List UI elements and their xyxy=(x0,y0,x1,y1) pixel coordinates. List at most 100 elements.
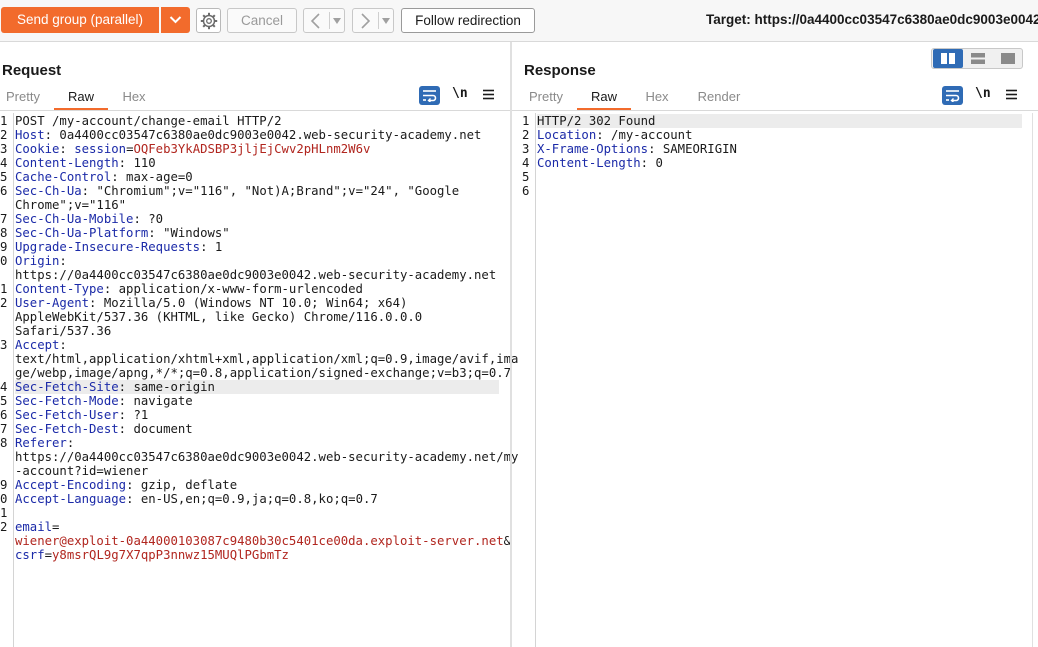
response-editor[interactable]: 1 HTTP/2 302 Found 2 Location: /my-account 3… xyxy=(522,113,1038,647)
settings-button[interactable] xyxy=(196,8,221,33)
line-number: 1 xyxy=(0,114,8,128)
tab-hex[interactable]: Hex xyxy=(113,86,155,110)
header-name: Origin xyxy=(15,254,60,268)
code-text: : navigate xyxy=(118,394,193,408)
layout-toggle xyxy=(931,48,1023,69)
code-text: : xyxy=(59,142,75,156)
menu-icon[interactable] xyxy=(1005,89,1018,100)
param-value: OQFeb3YkADSBP3jljEjCwv2pHLnm2W6v xyxy=(133,142,371,156)
divider xyxy=(378,12,379,29)
tab-pretty[interactable]: Pretty xyxy=(523,86,569,110)
divider xyxy=(329,12,330,29)
line-number: 0 xyxy=(0,254,8,268)
tab-raw[interactable]: Raw xyxy=(54,86,108,110)
wrap-lines-icon xyxy=(946,90,960,102)
param-name: csrf xyxy=(15,548,45,562)
code-line: Cookie: session=OQFeb3YkADSBP3jljEjCwv2p… xyxy=(15,142,370,156)
chevron-down-icon xyxy=(333,18,341,24)
code-text: : 1 xyxy=(200,240,223,254)
code-line: csrf=y8msrQL9g7X7qpP3nnwz15MUQlPGbmTz xyxy=(15,548,289,562)
show-newlines-button[interactable]: \n xyxy=(452,86,468,101)
back-history-button[interactable] xyxy=(303,8,345,33)
wrap-lines-button[interactable] xyxy=(419,86,440,105)
code-line: Host: 0a4400cc03547c6380ae0dc9003e0042.w… xyxy=(15,128,481,142)
menu-icon[interactable] xyxy=(482,89,495,100)
line-number: 8 xyxy=(0,436,8,450)
code-line: HTTP/2 302 Found xyxy=(537,114,655,128)
code-text: : xyxy=(59,254,67,268)
chevron-down-icon xyxy=(382,18,390,24)
header-name: Sec-Fetch-Mode xyxy=(15,394,119,408)
divider xyxy=(0,110,510,111)
tab-render[interactable]: Render xyxy=(690,86,748,110)
code-line: Sec-Fetch-User: ?1 xyxy=(15,408,148,422)
code-line: POST /my-account/change-email HTTP/2 xyxy=(15,114,282,128)
tab-hex[interactable]: Hex xyxy=(636,86,678,110)
code-line: ge/webp,image/apng,*/*;q=0.8,application… xyxy=(15,366,511,380)
header-name: X-Frame-Options xyxy=(537,142,649,156)
code-line: Safari/537.36 xyxy=(15,324,111,338)
code-line: Accept-Encoding: gzip, deflate xyxy=(15,478,237,492)
code-line: Sec-Fetch-Site: same-origin xyxy=(15,380,215,394)
line-number: 5 xyxy=(0,170,8,184)
code-line: Sec-Fetch-Dest: document xyxy=(15,422,193,436)
line-number: 1 xyxy=(522,114,530,128)
header-name: Upgrade-Insecure-Requests xyxy=(15,240,201,254)
line-number: 3 xyxy=(0,142,8,156)
send-options-dropdown[interactable] xyxy=(161,7,190,33)
scrollbar-track[interactable] xyxy=(1032,113,1033,647)
code-text: : 0 xyxy=(640,156,663,170)
header-name: Sec-Ch-Ua-Mobile xyxy=(15,212,134,226)
line-number: 6 xyxy=(0,184,8,198)
forward-history-button[interactable] xyxy=(352,8,394,33)
layout-single-button[interactable] xyxy=(993,49,1023,68)
code-text: : gzip, deflate xyxy=(126,478,238,492)
forward-arrow-icon xyxy=(361,13,371,29)
code-line: Content-Type: application/x-www-form-url… xyxy=(15,282,363,296)
follow-redirection-button[interactable]: Follow redirection xyxy=(401,8,535,33)
toolbar: Send group (parallel) Cancel Follow redi… xyxy=(0,0,1038,42)
request-editor[interactable]: 1 POST /my-account/change-email HTTP/2 2 Ho… xyxy=(0,113,518,647)
code-line: Content-Length: 0 xyxy=(537,156,663,170)
code-line: X-Frame-Options: SAMEORIGIN xyxy=(537,142,737,156)
show-newlines-button[interactable]: \n xyxy=(975,86,991,101)
line-number: 0 xyxy=(0,492,8,506)
code-text: : ?0 xyxy=(133,212,164,226)
code-text: : SAMEORIGIN xyxy=(648,142,737,156)
layout-side-by-side-button[interactable] xyxy=(933,49,963,68)
wrap-lines-button[interactable] xyxy=(942,86,963,105)
panel-splitter[interactable] xyxy=(510,42,512,647)
code-line: wiener@exploit-0a44000103087c9480b30c540… xyxy=(15,534,511,548)
request-title: Request xyxy=(2,62,62,79)
code-line: User-Agent: Mozilla/5.0 (Windows NT 10.0… xyxy=(15,296,407,310)
send-group-button[interactable]: Send group (parallel) xyxy=(1,7,159,33)
header-name: Location xyxy=(537,128,597,142)
header-name: Accept-Language xyxy=(15,492,127,506)
line-number: 6 xyxy=(522,184,530,198)
cancel-button[interactable]: Cancel xyxy=(227,8,297,33)
code-line: Sec-Ch-Ua-Mobile: ?0 xyxy=(15,212,163,226)
line-number: 2 xyxy=(0,296,8,310)
gear-icon xyxy=(200,12,218,30)
code-text: : xyxy=(59,338,67,352)
code-text: : ?1 xyxy=(118,408,149,422)
divider xyxy=(512,110,1038,111)
tab-raw[interactable]: Raw xyxy=(577,86,631,110)
line-number: 3 xyxy=(522,142,530,156)
code-text: = xyxy=(44,548,53,562)
header-name: Sec-Ch-Ua xyxy=(15,184,82,198)
line-number: 2 xyxy=(0,128,8,142)
header-name: Accept xyxy=(15,338,60,352)
header-name: session xyxy=(74,142,127,156)
code-text: : 110 xyxy=(118,156,156,170)
back-arrow-icon xyxy=(310,13,320,29)
code-text: https://0a4400cc03547c6380ae0dc9003e0042… xyxy=(15,450,519,464)
code-line: Sec-Ch-Ua-Platform: "Windows" xyxy=(15,226,230,240)
header-name: Cache-Control xyxy=(15,170,112,184)
target-url[interactable]: Target: https://0a4400cc03547c6380ae0dc9… xyxy=(706,12,1038,27)
code-line: Referer: xyxy=(15,436,74,450)
tab-pretty[interactable]: Pretty xyxy=(0,86,46,110)
code-line: email= xyxy=(15,520,59,534)
layout-top-bottom-button[interactable] xyxy=(963,49,993,68)
line-number: 4 xyxy=(522,156,530,170)
